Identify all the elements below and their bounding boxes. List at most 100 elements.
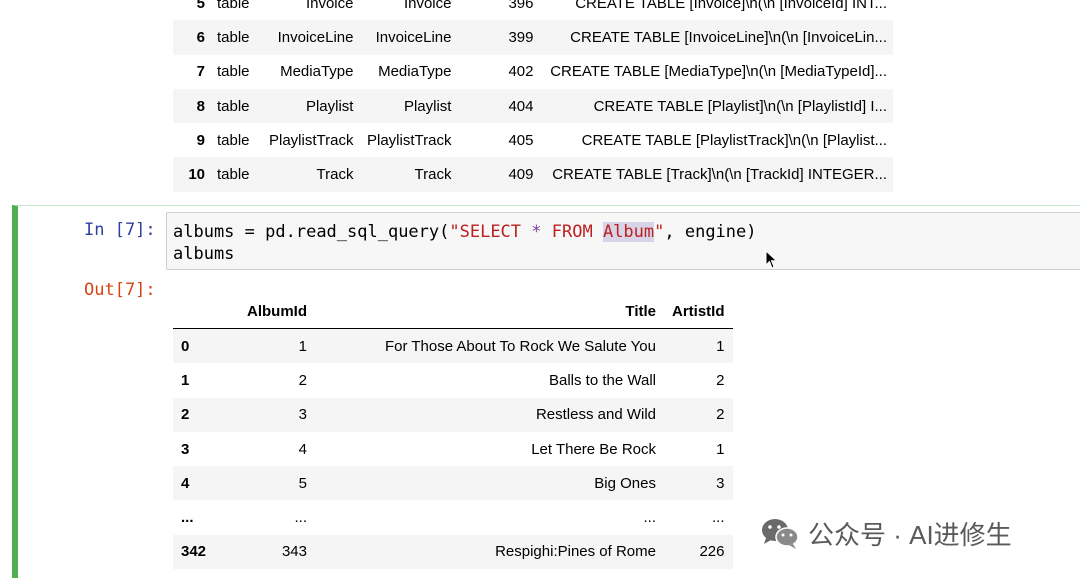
cell-type: table [217,0,250,12]
row-index: 7 [196,63,205,81]
table-row: 0 1 For Those About To Rock We Salute Yo… [173,328,733,364]
cell-artistid: ... [711,509,725,527]
cell-title: Big Ones [315,466,664,501]
cell-artistid: 1 [664,328,733,364]
row-index: 3 [181,440,190,458]
cell-albumid: 343 [239,534,315,570]
code-call: pd.read_sql_query( [265,222,450,242]
cell-artistid: 2 [716,371,725,389]
cell-artistid: 2 [664,397,733,432]
cell-type: table [217,131,250,149]
cell-albumid: 1 [239,328,315,364]
code-rest: , engine) [664,222,757,242]
cell-albumid: 5 [239,466,315,501]
previous-output-table: 5 table Invoice Invoice 396 CREATE TABLE… [173,0,893,192]
table-row: 10 table Track Track 409 CREATE TABLE [T… [173,157,893,192]
cell-sql: CREATE TABLE [MediaType]\n(\n [MediaType… [550,63,887,81]
cell-type: table [211,88,263,124]
cell-type: table [211,20,263,55]
cell-albumid: 2 [298,371,307,389]
code-assign: = [234,222,266,242]
row-index: ... [181,509,194,527]
cell-albumid: 3 [239,397,315,432]
cell-albumid: 4 [298,440,307,458]
code-line-2: albums [173,244,235,264]
code-variable: albums [173,222,235,242]
cell-title: Balls to the Wall [549,371,656,389]
row-index: 8 [173,88,211,124]
cell-tbl-name: Playlist [359,88,458,124]
table-row: 8 table Playlist Playlist 404 CREATE TAB… [173,88,893,124]
cell-tbl-name: Track [359,157,458,192]
table-row: 6 table InvoiceLine InvoiceLine 399 CREA… [173,20,893,55]
row-index: 10 [173,157,211,192]
cell-artistid: 226 [664,534,733,570]
cell-albumid: ... [294,509,307,527]
output-prompt: Out[7]: [84,280,156,300]
cell-name: Track [263,157,360,192]
row-index: 1 [181,371,190,389]
wechat-icon [762,518,799,549]
cell-name: MediaType [280,63,354,81]
cell-title: For Those About To Rock We Salute You [315,328,664,364]
cell-rootpage: 396 [508,0,534,12]
row-index: 4 [173,466,239,501]
row-index: 342 [173,534,239,570]
row-index: 9 [196,131,205,149]
code-string-end: " [654,222,665,242]
header-index [173,294,239,329]
cell-type: table [211,157,263,192]
row-index: 0 [173,328,239,364]
cell-sql: CREATE TABLE [Playlist]\n(\n [PlaylistId… [539,88,893,124]
cell-sql: CREATE TABLE [Invoice]\n(\n [InvoiceId] … [575,0,887,12]
row-index: 5 [196,0,205,12]
mouse-cursor-icon [765,250,778,269]
watermark-text: 公众号 · AI进修生 [808,520,1012,550]
cell-sql: CREATE TABLE [PlaylistTrack]\n(\n [Playl… [581,131,887,149]
table-row-ellipsis: ... ... ... ... [173,500,733,534]
watermark: 公众号 · AI进修生 [760,515,1012,552]
cell-rootpage: 404 [457,88,540,124]
cell-title: Restless and Wild [315,397,664,432]
table-row: 2 3 Restless and Wild 2 [173,397,733,432]
notebook-page: 5 table Invoice Invoice 396 CREATE TABLE… [0,0,1080,578]
table-header-row: AlbumId Title ArtistId [173,294,733,329]
table-row: 4 5 Big Ones 3 [173,466,733,501]
cell-title: Respighi:Pines of Rome [315,534,664,570]
code-string-from: FROM [541,222,603,242]
table-row: 5 table Invoice Invoice 396 CREATE TABLE… [173,0,893,20]
cell-tbl-name: PlaylistTrack [367,131,452,149]
table-row: 7 table MediaType MediaType 402 CREATE T… [173,55,893,89]
cell-name: Invoice [305,0,354,12]
header-albumid: AlbumId [239,294,315,329]
code-string-start: "SELECT [449,222,532,242]
cell-artistid: 1 [716,440,725,458]
input-prompt: In [7]: [84,220,156,240]
cell-rootpage: 405 [508,131,534,149]
cell-name: PlaylistTrack [269,131,354,149]
cell-artistid: 3 [664,466,733,501]
cell-title: ... [643,509,656,527]
cell-rootpage: 402 [508,63,534,81]
cell-tbl-name: MediaType [378,63,452,81]
cell-name: Playlist [263,88,360,124]
cell-type: table [217,63,250,81]
row-index: 6 [173,20,211,55]
table-row: 9 table PlaylistTrack PlaylistTrack 405 … [173,123,893,157]
code-line-1: albums = pd.read_sql_query("SELECT * FRO… [173,221,1080,243]
albums-dataframe: AlbumId Title ArtistId 0 1 For Those Abo… [173,294,733,570]
header-artistid: ArtistId [664,294,733,329]
code-editor[interactable]: albums = pd.read_sql_query("SELECT * FRO… [166,212,1080,270]
header-title: Title [315,294,664,329]
cell-rootpage: 399 [457,20,540,55]
cell-tbl-name: InvoiceLine [359,20,458,55]
table-row: 1 2 Balls to the Wall 2 [173,363,733,397]
cell-title: Let There Be Rock [531,440,656,458]
row-index: 2 [173,397,239,432]
cell-rootpage: 409 [457,157,540,192]
cell-tbl-name: Invoice [403,0,452,12]
code-string-highlight: Album [602,222,655,242]
cell-sql: CREATE TABLE [Track]\n(\n [TrackId] INTE… [539,157,893,192]
cell-sql: CREATE TABLE [InvoiceLine]\n(\n [Invoice… [539,20,893,55]
cell-name: InvoiceLine [263,20,360,55]
